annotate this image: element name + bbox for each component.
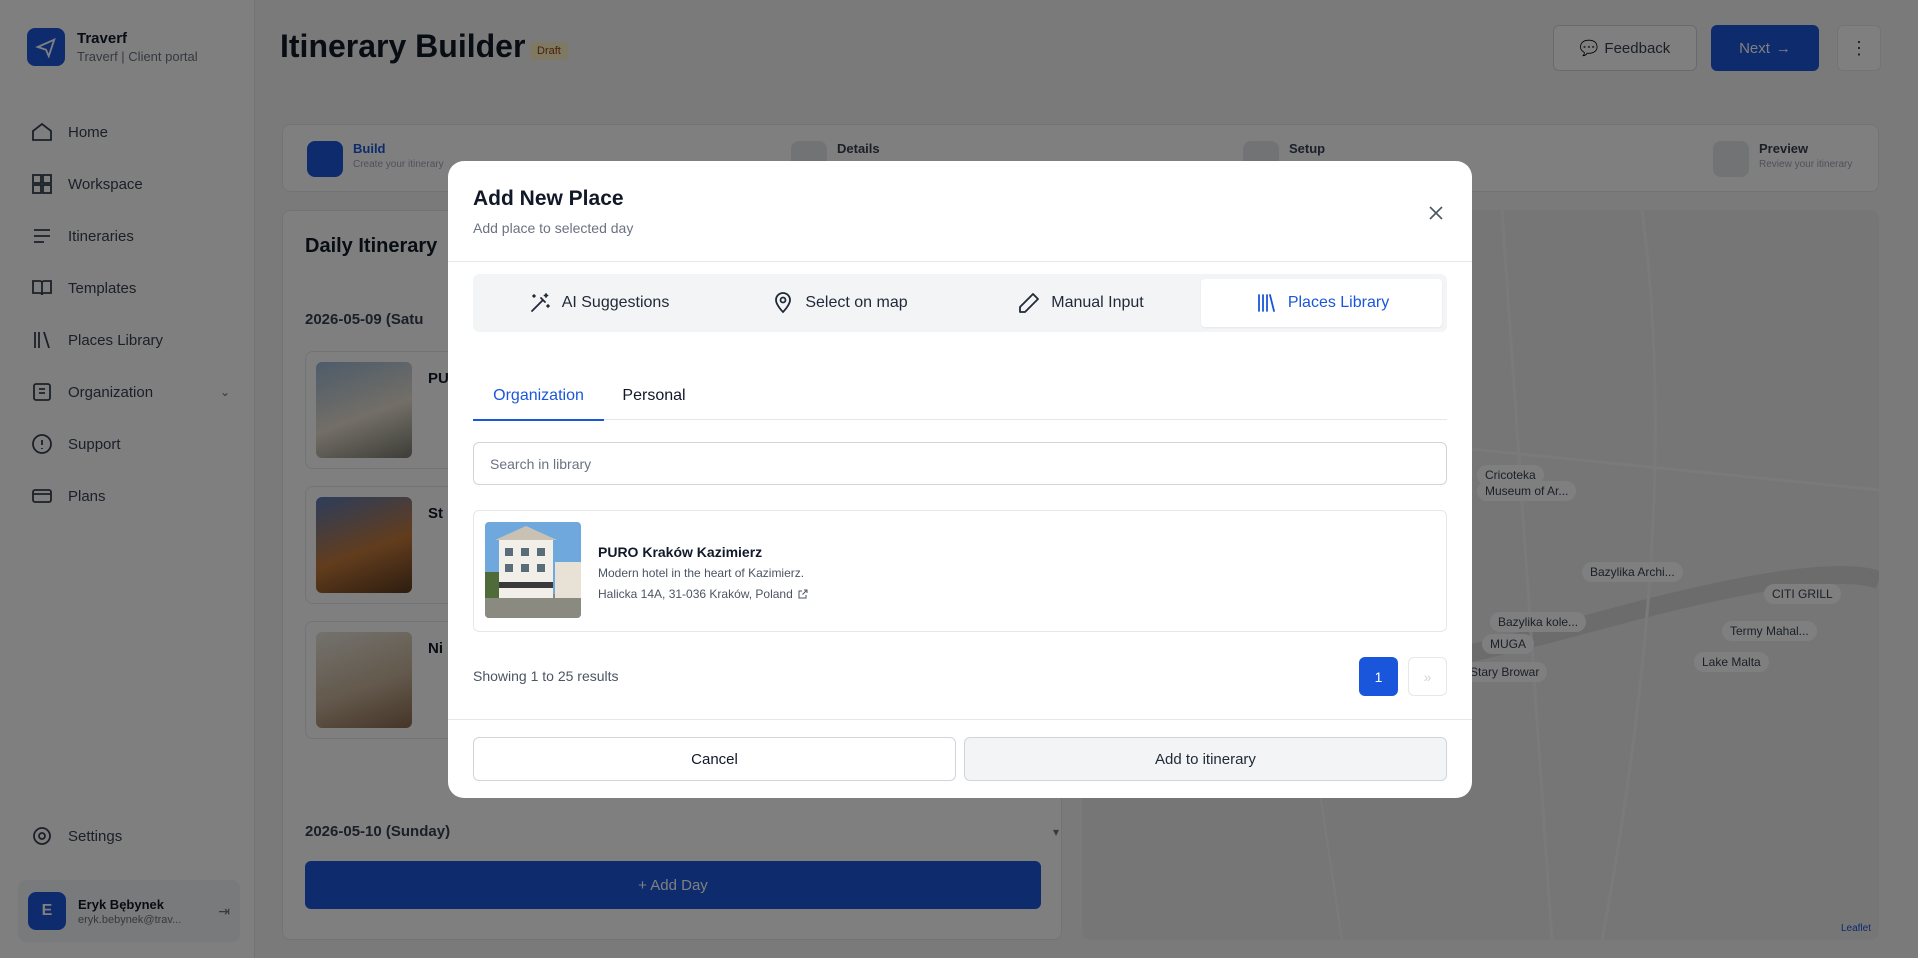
tab-personal[interactable]: Personal xyxy=(604,372,704,420)
pencil-icon xyxy=(1019,293,1040,313)
place-thumbnail xyxy=(485,522,581,618)
close-icon xyxy=(1429,206,1443,220)
tab-ai-suggestions[interactable]: AI Suggestions xyxy=(478,279,719,327)
divider xyxy=(448,261,1472,262)
page-button-current[interactable]: 1 xyxy=(1359,657,1398,696)
tab-organization[interactable]: Organization xyxy=(473,372,604,421)
modal-subtitle: Add place to selected day xyxy=(473,220,634,236)
tab-label: Select on map xyxy=(805,294,908,311)
place-address-text: Halicka 14A, 31-036 Kraków, Poland xyxy=(598,587,793,601)
cancel-button[interactable]: Cancel xyxy=(473,737,956,781)
magic-wand-icon xyxy=(530,293,550,312)
tab-places-library[interactable]: Places Library xyxy=(1201,279,1442,327)
library-place-card[interactable]: PURO Kraków Kazimierz Modern hotel in th… xyxy=(473,510,1447,632)
tab-label: AI Suggestions xyxy=(561,294,670,311)
add-to-itinerary-button[interactable]: Add to itinerary xyxy=(964,737,1447,781)
tab-select-on-map[interactable]: Select on map xyxy=(719,279,960,327)
page-next-button[interactable]: » xyxy=(1408,657,1447,696)
library-icon xyxy=(1257,294,1275,312)
hotel-photo-icon xyxy=(485,522,581,618)
map-pin-icon xyxy=(775,292,792,314)
divider xyxy=(448,719,1472,720)
modal-title: Add New Place xyxy=(473,187,624,210)
pagination-summary: Showing 1 to 25 results xyxy=(473,668,619,684)
place-name: PURO Kraków Kazimierz xyxy=(598,544,763,560)
place-description: Modern hotel in the heart of Kazimierz. xyxy=(598,566,805,580)
tab-manual-input[interactable]: Manual Input xyxy=(960,279,1201,327)
close-button[interactable] xyxy=(1426,203,1446,223)
tab-label: Manual Input xyxy=(1051,294,1144,311)
library-scope-tabs: Organization Personal xyxy=(473,372,1447,421)
library-search-input[interactable] xyxy=(473,442,1447,485)
mode-tabs: AI Suggestions Select on map Manual Inpu… xyxy=(473,274,1447,332)
place-address: Halicka 14A, 31-036 Kraków, Poland xyxy=(598,587,809,601)
add-place-modal: Add New Place Add place to selected day … xyxy=(448,161,1472,798)
external-link-icon[interactable] xyxy=(797,588,809,600)
tab-label: Places Library xyxy=(1287,294,1390,311)
